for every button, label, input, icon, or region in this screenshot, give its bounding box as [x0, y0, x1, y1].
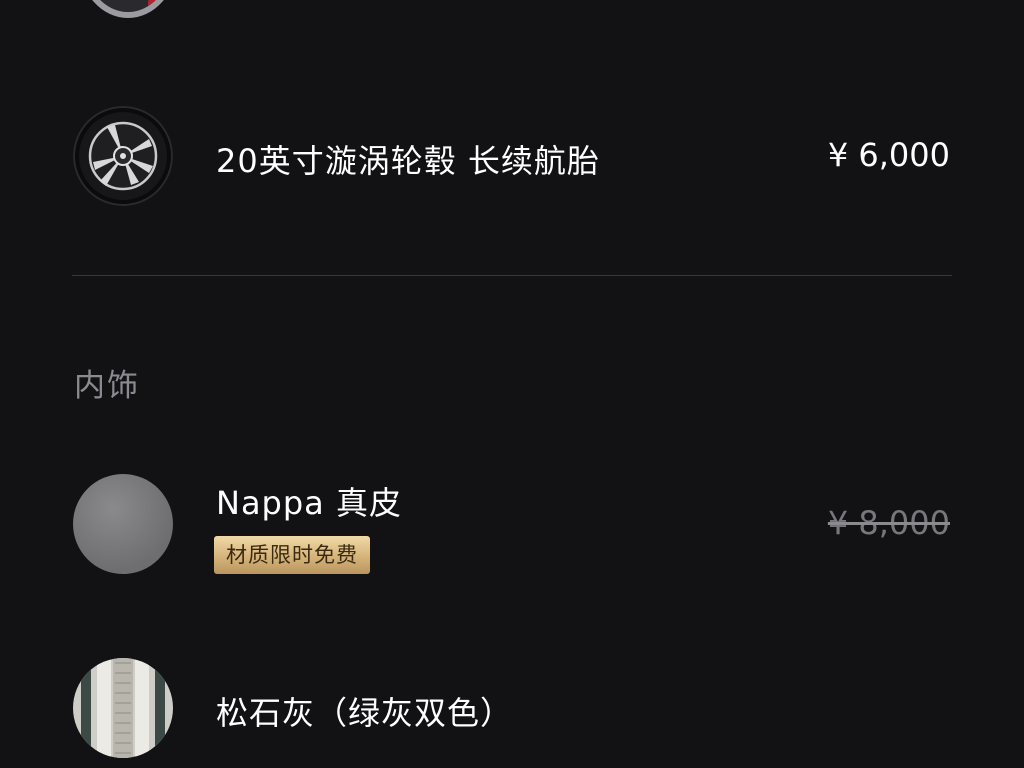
leather-swatch[interactable] [73, 474, 173, 574]
wheel-thumbnail[interactable] [73, 106, 173, 206]
previous-option-thumbnail[interactable] [80, 0, 176, 18]
fabric-thumbnail[interactable] [73, 658, 173, 758]
fabric-option-title: 松石灰（绿灰双色） [216, 694, 514, 732]
section-divider [72, 275, 952, 276]
wheel-option-price: ¥ 6,000 [827, 136, 950, 174]
wheel-option-title: 20英寸漩涡轮毂 长续航胎 [216, 142, 600, 180]
fabric-swatch [73, 658, 173, 758]
interior-section-title: 内饰 [74, 368, 140, 404]
configurator-page: 20英寸漩涡轮毂 长续航胎 ¥ 6,000 内饰 Nappa 真皮 材质限时免费… [0, 0, 1024, 768]
nappa-option-title: Nappa 真皮 [216, 484, 402, 522]
free-material-badge: 材质限时免费 [214, 536, 370, 574]
wheel-icon [73, 106, 173, 206]
nappa-original-price: ¥ 8,000 [827, 504, 950, 542]
